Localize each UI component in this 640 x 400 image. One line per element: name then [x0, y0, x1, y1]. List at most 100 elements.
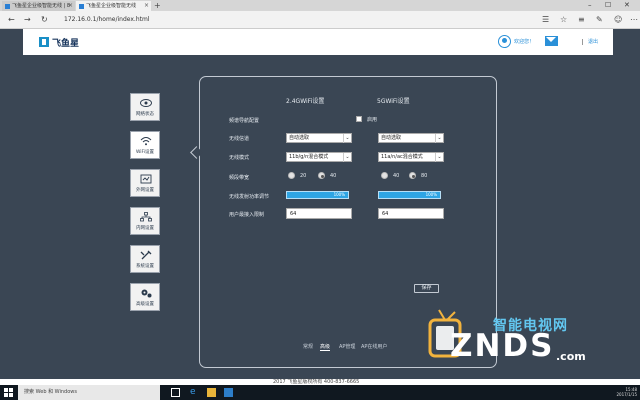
- logo-text: 飞鱼星: [52, 38, 80, 49]
- user-avatar-icon[interactable]: [498, 35, 511, 48]
- tab-title: 飞鱼星企业级智能无线: [86, 3, 137, 9]
- menu-network-status[interactable]: 网络状态: [130, 93, 160, 121]
- wifi-icon: [140, 137, 152, 146]
- mode-select-5g[interactable]: 11a/n/ac混合模式 ⌄: [378, 152, 444, 162]
- mail-icon[interactable]: [545, 36, 558, 46]
- menu-lan-settings[interactable]: 内网设置: [130, 207, 160, 235]
- max-clients-input-5g[interactable]: 64: [378, 208, 444, 219]
- network-status-icon: [140, 99, 152, 107]
- mode-select-24g[interactable]: 11b/g/n混合模式 ⌄: [286, 152, 352, 162]
- browser-tab-active[interactable]: 飞鱼星企业级智能无线 ×: [76, 1, 151, 11]
- address-bar[interactable]: 172.16.0.1/home/index.html: [64, 15, 150, 25]
- label-mode: 无线模式: [229, 155, 250, 161]
- reading-view-icon[interactable]: ☰: [542, 14, 549, 26]
- chevron-down-icon: ⌄: [343, 134, 351, 143]
- window-close-icon[interactable]: ✕: [624, 0, 630, 10]
- menu-wan-settings[interactable]: 外网设置: [130, 169, 160, 197]
- radio-label: 20: [300, 173, 307, 179]
- logo-icon: [39, 37, 49, 47]
- taskbar-search-box[interactable]: 搜索 Web 和 Windows: [18, 385, 160, 400]
- slider-value: 100%: [425, 192, 437, 197]
- browser-nav-bar: ← → ↻ 172.16.0.1/home/index.html ☰ ☆ ≡ ✎…: [0, 11, 640, 29]
- subtab-ap-management[interactable]: AP管理: [339, 343, 355, 350]
- more-icon[interactable]: ⋯: [630, 14, 638, 26]
- tab-title: 飞鱼星企业级智能无线 | 8: [12, 3, 71, 9]
- select-value: 11b/g/n混合模式: [289, 154, 329, 160]
- channel-select-24g[interactable]: 自动选取 ⌄: [286, 133, 352, 143]
- channel-select-5g[interactable]: 自动选取 ⌄: [378, 133, 444, 143]
- forward-icon[interactable]: →: [24, 14, 31, 26]
- favicon-icon: [5, 4, 10, 9]
- menu-advanced-settings[interactable]: 高级设置: [130, 283, 160, 311]
- column-header-5g: 5GWiFi设置: [377, 98, 410, 105]
- select-value: 自动选取: [381, 135, 402, 141]
- header-divider: [582, 39, 583, 45]
- watermark-znds-text: ZNDS: [450, 328, 555, 364]
- share-icon[interactable]: ☺: [614, 14, 622, 26]
- enable-label: 启用: [367, 117, 378, 123]
- label-channel: 无线信道: [229, 136, 250, 142]
- menu-label: 网络状态: [136, 112, 154, 117]
- browser-tab-bar: 飞鱼星企业级智能无线 | 8 × 飞鱼星企业级智能无线 × + – ☐ ✕: [0, 0, 640, 11]
- wan-icon: [140, 174, 152, 184]
- label-bandwidth: 频段带宽: [229, 175, 250, 181]
- menu-label: WiFi设置: [135, 150, 155, 155]
- chevron-down-icon: ⌄: [435, 153, 443, 162]
- menu-system-settings[interactable]: 系统设置: [130, 245, 160, 273]
- radio-label: 80: [421, 173, 428, 179]
- subtab-advanced[interactable]: 高级: [320, 343, 331, 351]
- power-slider-5g[interactable]: 100%: [378, 191, 441, 199]
- bandwidth-radio-5g-80[interactable]: [409, 172, 416, 179]
- file-explorer-icon[interactable]: [207, 388, 216, 397]
- power-slider-24g[interactable]: 100%: [286, 191, 349, 199]
- windows-start-icon[interactable]: [4, 388, 13, 397]
- close-icon[interactable]: ×: [144, 1, 149, 11]
- store-icon[interactable]: [224, 388, 233, 397]
- user-label[interactable]: 欢迎您！: [514, 38, 534, 46]
- favorites-star-icon[interactable]: ☆: [560, 14, 567, 26]
- task-view-icon[interactable]: [171, 388, 180, 397]
- maximize-icon[interactable]: ☐: [605, 0, 611, 10]
- app-header: 飞鱼星 欢迎您！ 退出: [23, 29, 613, 55]
- label-power: 无线发射功率调节: [229, 194, 270, 200]
- note-icon[interactable]: ✎: [596, 14, 603, 26]
- bandwidth-radio-5g-40[interactable]: [381, 172, 388, 179]
- subtab-general[interactable]: 常规: [303, 343, 313, 350]
- select-value: 自动选取: [289, 135, 310, 141]
- subtab-ap-online-users[interactable]: AP在线用户: [361, 343, 387, 350]
- taskbar-clock[interactable]: 15:48 2017/1/15: [613, 387, 637, 397]
- new-tab-icon[interactable]: +: [154, 0, 161, 11]
- label-band-steering: 频谱导航配置: [229, 118, 260, 124]
- label-max-clients: 用户最接入限制: [229, 212, 265, 218]
- lan-icon: [140, 212, 152, 222]
- minimize-icon[interactable]: –: [588, 0, 592, 10]
- save-button[interactable]: 保存: [414, 284, 439, 293]
- select-value: 11a/n/ac混合模式: [381, 154, 423, 160]
- chevron-down-icon: ⌄: [435, 134, 443, 143]
- radio-label: 40: [393, 173, 400, 179]
- logo[interactable]: 飞鱼星: [39, 36, 80, 49]
- tools-icon: [140, 250, 152, 260]
- edge-browser-icon[interactable]: e: [190, 388, 199, 397]
- windows-taskbar: 搜索 Web 和 Windows e 15:48 2017/1/15: [0, 385, 640, 400]
- column-header-24g: 2.4GWiFi设置: [286, 98, 325, 105]
- menu-wifi-settings[interactable]: WiFi设置: [130, 131, 160, 159]
- menu-label: 内网设置: [136, 226, 154, 231]
- slider-value: 100%: [333, 192, 345, 197]
- logout-link[interactable]: 退出: [588, 38, 598, 46]
- back-icon[interactable]: ←: [8, 14, 15, 26]
- close-icon[interactable]: ×: [68, 1, 73, 11]
- max-clients-input-24g[interactable]: 64: [286, 208, 352, 219]
- refresh-icon[interactable]: ↻: [41, 14, 48, 26]
- browser-tab-inactive[interactable]: 飞鱼星企业级智能无线 | 8 ×: [2, 1, 75, 11]
- menu-label: 外网设置: [136, 188, 154, 193]
- band-steering-checkbox[interactable]: [356, 116, 362, 122]
- bandwidth-radio-24g-20[interactable]: [288, 172, 295, 179]
- menu-label: 高级设置: [136, 302, 154, 307]
- bandwidth-radio-24g-40[interactable]: [318, 172, 325, 179]
- radio-label: 40: [330, 173, 337, 179]
- watermark-com-text: .com: [556, 350, 586, 363]
- clock-date: 2017/1/15: [616, 392, 637, 397]
- favicon-icon: [79, 4, 84, 9]
- hub-icon[interactable]: ≡: [578, 14, 585, 26]
